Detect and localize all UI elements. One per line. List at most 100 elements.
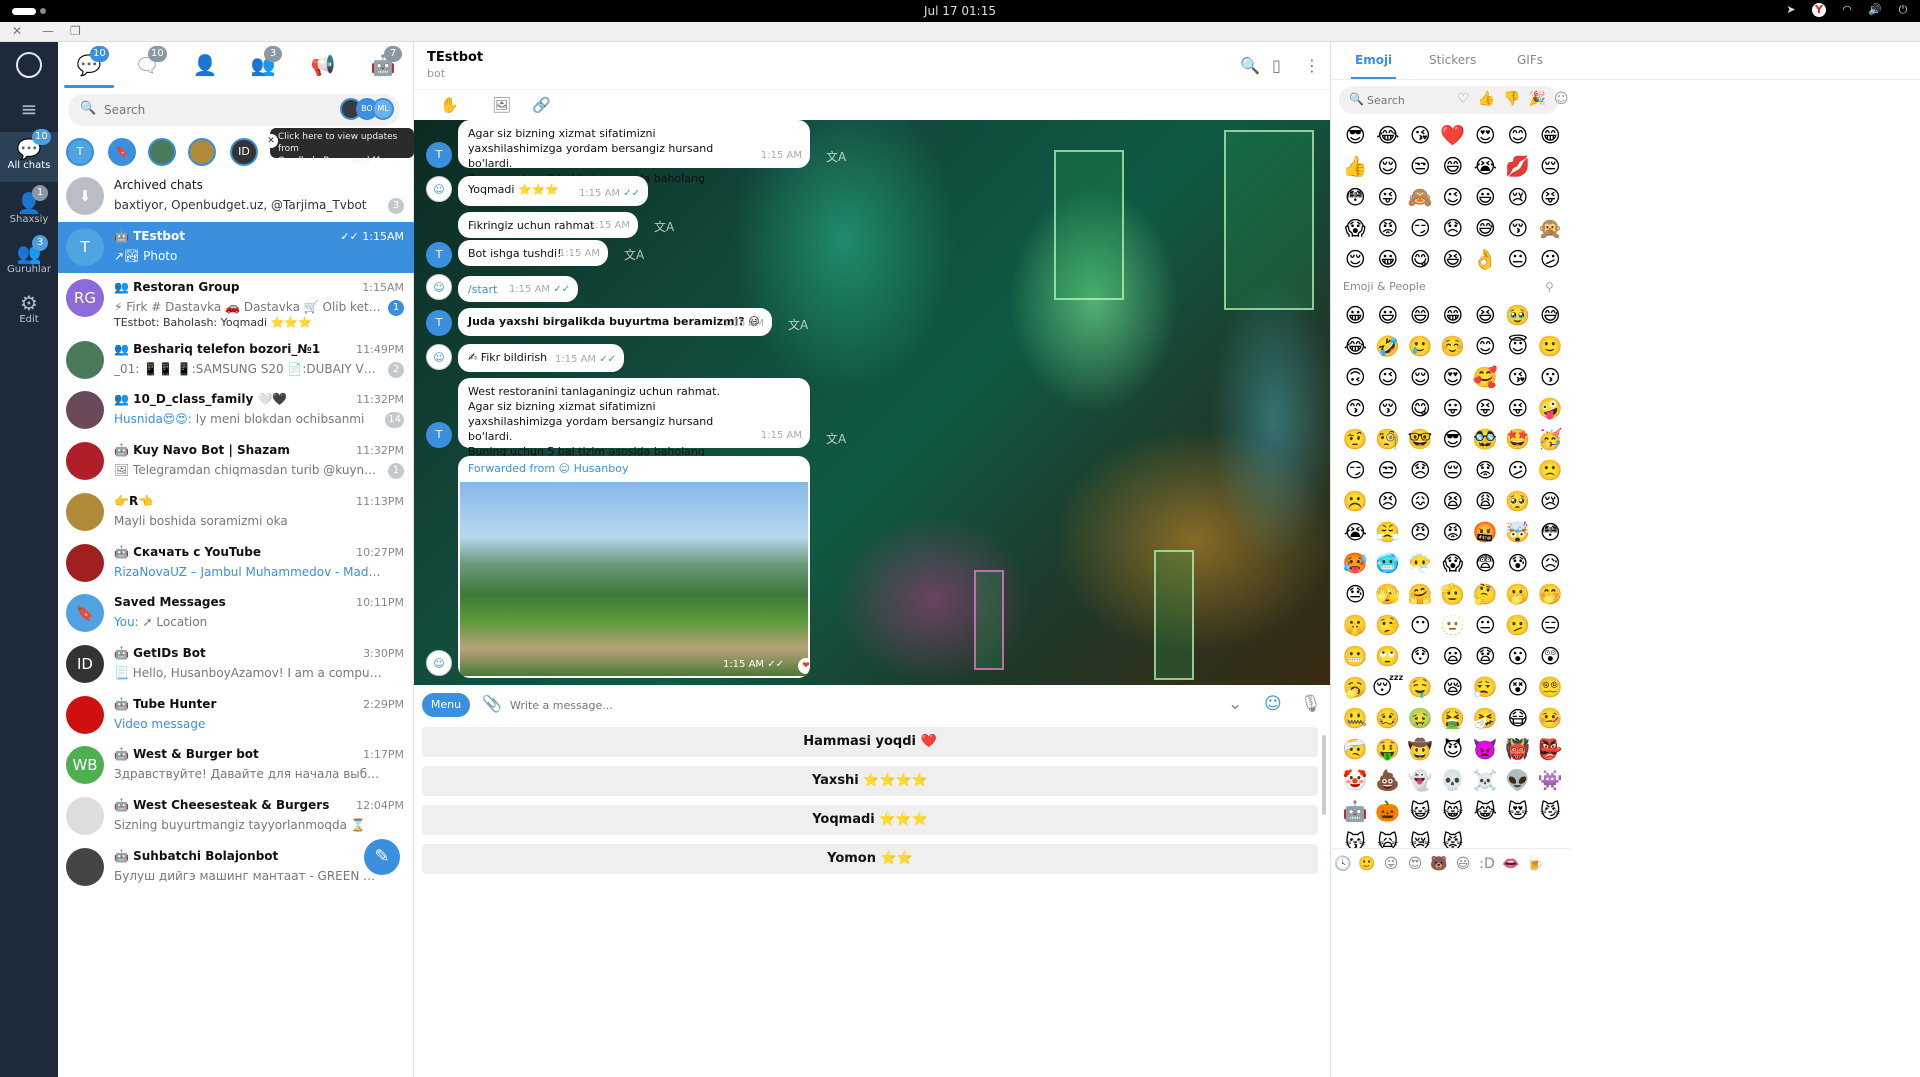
bot-avatar[interactable]: T <box>426 310 452 336</box>
emoji[interactable]: 😌 <box>1339 244 1372 275</box>
translate-icon[interactable]: 文A <box>788 316 808 333</box>
emoji[interactable]: 🎃 <box>1372 796 1405 827</box>
emoji[interactable]: 🫡 <box>1437 579 1470 610</box>
emoji-category-icon[interactable]: 😜 <box>1379 849 1403 879</box>
emoji[interactable]: 💀 <box>1437 765 1470 796</box>
emoji[interactable]: 😰 <box>1502 548 1535 579</box>
chat-row[interactable]: 👉R👈 11:13PM Mayli boshida soramizmi oka <box>58 487 414 538</box>
emoji[interactable]: 😒 <box>1404 151 1437 182</box>
emoji[interactable]: 😼 <box>1534 796 1567 827</box>
heart-filter-icon[interactable]: ♡ <box>1457 91 1470 107</box>
emoji[interactable]: 😴 <box>1372 672 1405 703</box>
emoji[interactable]: 😳 <box>1339 182 1372 213</box>
emoji[interactable]: 😯 <box>1404 641 1437 672</box>
emoji[interactable]: 🥳 <box>1534 424 1567 455</box>
emoji[interactable]: 😑 <box>1534 610 1567 641</box>
bot-keyboard-icon[interactable]: ⌄ <box>1228 694 1242 714</box>
emoji[interactable]: 😐 <box>1502 244 1535 275</box>
emoji[interactable]: 😆 <box>1437 244 1470 275</box>
emoji[interactable]: 😵 <box>1502 672 1535 703</box>
story-avatar-saved[interactable]: 🔖 <box>108 138 136 166</box>
wifi-icon[interactable]: ◠ <box>1840 3 1854 17</box>
emoji[interactable]: 🥱 <box>1339 672 1372 703</box>
close-icon[interactable]: ✕ <box>264 134 278 148</box>
emoji[interactable]: 😗 <box>1534 362 1567 393</box>
emoji[interactable]: 😏 <box>1404 213 1437 244</box>
tab-emoji[interactable]: Emoji <box>1350 53 1397 79</box>
more-vertical-icon[interactable]: ⋮ <box>1304 56 1320 75</box>
emoji-search-input[interactable] <box>1367 91 1457 109</box>
chat-header[interactable]: TEstbot bot 🔍 ▯ ⋮ <box>414 42 1330 90</box>
message-bubble[interactable]: West restoranini tanlaganingiz uchun rah… <box>458 378 810 458</box>
emoji[interactable]: 💩 <box>1372 765 1405 796</box>
emoji-category-icon[interactable]: 🐻 <box>1427 849 1451 879</box>
emoji[interactable]: 😮 <box>1502 641 1535 672</box>
emoji[interactable]: 🤡 <box>1339 765 1372 796</box>
emoji[interactable]: 😿 <box>1404 827 1437 848</box>
chat-row[interactable]: 🤖 Kuy Navo Bot | Shazam 11:32PM 🖼 Telegram… <box>58 436 414 487</box>
reply-keyboard-button[interactable]: Yoqmadi ⭐⭐⭐ <box>422 805 1318 835</box>
bot-avatar[interactable]: T <box>426 242 452 268</box>
emoji[interactable]: 😊 <box>1502 120 1535 151</box>
emoji[interactable]: 🤬 <box>1469 517 1502 548</box>
message-bubble[interactable]: Agar siz bizning xizmat sifatimizni yaxs… <box>458 120 810 185</box>
emoji[interactable]: 👽 <box>1502 765 1535 796</box>
system-clock[interactable]: Jul 17 01:15 <box>0 4 1920 18</box>
emoji[interactable]: 🤕 <box>1339 734 1372 765</box>
forwarded-photo-message[interactable]: Forwarded from ☺ Husanboy 1:15 AM ✓✓ ❤ <box>458 456 810 678</box>
emoji[interactable]: 💋 <box>1502 151 1535 182</box>
rail-item-all-chats[interactable]: 💬 10 All chats <box>0 129 58 182</box>
emoji[interactable]: 😪 <box>1437 672 1470 703</box>
emoji[interactable]: 🙃 <box>1339 362 1372 393</box>
emoji[interactable]: ☠️ <box>1469 765 1502 796</box>
emoji[interactable]: 😷 <box>1502 703 1535 734</box>
scrollbar[interactable] <box>1322 735 1326 815</box>
rail-item-edit[interactable]: ⚙ Edit <box>0 290 58 330</box>
reply-keyboard-button[interactable]: Yaxshi ⭐⭐⭐⭐ <box>422 766 1318 796</box>
chat-row[interactable]: T 🤖 TEstbot ✓✓ 1:15AM ↗🏞 Photo <box>58 222 414 273</box>
emoji[interactable]: 😥 <box>1534 548 1567 579</box>
emoji[interactable]: 😕 <box>1534 244 1567 275</box>
emoji[interactable]: 😹 <box>1469 796 1502 827</box>
chat-row[interactable]: 🤖 Suhbatchi Bolajonbot Булуш дийгэ машинг… <box>58 842 414 893</box>
compose-button[interactable]: ✎ <box>364 839 400 875</box>
tab-gifs[interactable]: GIFs <box>1517 53 1543 67</box>
emoji[interactable]: 🤣 <box>1372 331 1405 362</box>
emoji[interactable]: 😀 <box>1372 244 1405 275</box>
emoji[interactable]: 😔 <box>1534 151 1567 182</box>
tab-bots[interactable]: 🤖 7 <box>368 46 402 78</box>
search-input[interactable] <box>104 100 304 120</box>
emoji-category-icon[interactable]: 😍 <box>1403 849 1427 879</box>
reply-keyboard-button[interactable]: Hammasi yoqdi ❤️ <box>422 727 1318 757</box>
emoji-search-field[interactable]: 🔍 ♡ 👍 👎 🎉 ☺ <box>1339 86 1568 114</box>
translate-icon[interactable]: 文A <box>654 218 674 235</box>
reply-keyboard-button[interactable]: Yomon ⭐⭐ <box>422 844 1318 874</box>
emoji[interactable]: 👾 <box>1534 765 1567 796</box>
smile-filter-icon[interactable]: ☺ <box>1554 91 1569 107</box>
message-bubble[interactable]: /start 1:15 AM ✓✓ <box>458 276 578 302</box>
emoji[interactable]: 😞 <box>1437 213 1470 244</box>
story-avatar[interactable] <box>188 138 216 166</box>
emoji[interactable]: 😎 <box>1437 424 1470 455</box>
emoji[interactable]: 😌 <box>1404 362 1437 393</box>
emoji[interactable]: 👍 <box>1339 151 1372 182</box>
tab-private[interactable]: 🗨 10 <box>132 46 167 78</box>
chat-row[interactable]: 🤖 West Cheesesteak & Burgers 12:04PM Sizni… <box>58 791 414 842</box>
thumbs-up-filter-icon[interactable]: 👍 <box>1478 91 1495 107</box>
profile-avatar-icon[interactable] <box>16 52 42 78</box>
emoji[interactable]: 🥴 <box>1372 703 1405 734</box>
emoji-category-icon[interactable]: 🕓 <box>1331 849 1355 879</box>
emoji[interactable]: 😲 <box>1534 641 1567 672</box>
power-icon[interactable]: ⏻ <box>1896 3 1910 17</box>
translate-icon[interactable]: 文A <box>826 430 846 447</box>
emoji[interactable]: 🤓 <box>1404 424 1437 455</box>
chat-row[interactable]: 🔖 Saved Messages 10:11PM You: ➚ Location <box>58 588 414 639</box>
emoji[interactable]: 😭 <box>1339 517 1372 548</box>
message-bubble[interactable]: Bot ishga tushdi! 1:15 AM <box>458 240 608 266</box>
emoji[interactable]: 😨 <box>1469 548 1502 579</box>
emoji[interactable]: 😅 <box>1534 300 1567 331</box>
maximize-window-icon[interactable]: ❐ <box>70 24 81 38</box>
user-avatar[interactable]: ☺ <box>426 344 452 370</box>
emoji[interactable]: 😋 <box>1404 244 1437 275</box>
emoji[interactable]: 😙 <box>1339 393 1372 424</box>
